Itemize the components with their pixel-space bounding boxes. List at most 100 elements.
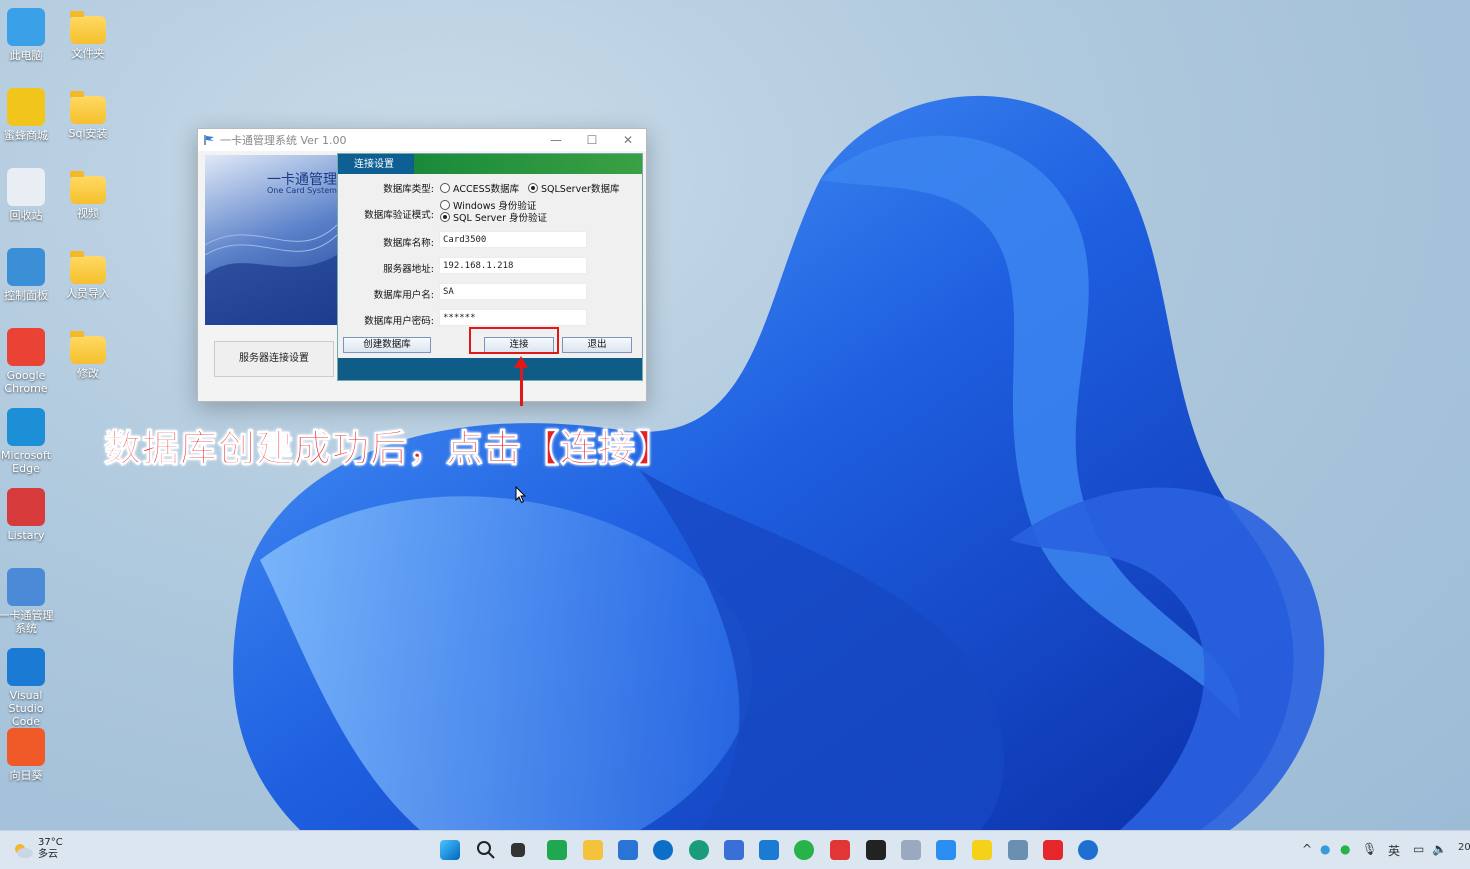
wallpaper-bloom	[233, 95, 1325, 830]
db-user-label: 数据库用户名:	[373, 290, 434, 301]
desktop-icon-person-import[interactable]: 人员导入	[56, 248, 120, 300]
person-app-icon[interactable]	[901, 840, 921, 860]
google-chrome-icon	[7, 328, 45, 366]
db-password-label: 数据库用户密码:	[364, 316, 434, 327]
desktop-icon-visual-studio-code[interactable]: Visual Studio Code	[0, 648, 58, 728]
sunflower-icon	[7, 728, 45, 766]
desktop-icon-label: 文件夹	[71, 47, 105, 60]
this-pc-icon	[7, 8, 45, 46]
radio-selected-icon	[440, 212, 450, 222]
taskbar: 37°C 多云 ^ ● ● 🎙 英 ▭ 🔈 20	[0, 830, 1470, 869]
desktop-icon-label: 回收站	[9, 209, 43, 222]
desktop-icon-sql-install[interactable]: Sql安装	[56, 88, 120, 140]
minimize-button[interactable]: —	[538, 133, 574, 147]
video-icon	[70, 171, 106, 204]
network-icon[interactable]: ▭	[1413, 842, 1424, 856]
weather-temp: 37°C	[38, 837, 63, 848]
radio-access[interactable]: ACCESS数据库	[440, 181, 519, 195]
recycle-bin-icon	[7, 168, 45, 206]
todo-icon[interactable]	[618, 840, 638, 860]
edge-icon[interactable]	[653, 840, 673, 860]
radio-sqlserver[interactable]: SQLServer数据库	[528, 181, 619, 195]
desktop-icon-label: 控制面板	[4, 289, 48, 302]
tab-connection-settings[interactable]: 连接设置	[338, 156, 413, 174]
db-user-field[interactable]: SA	[439, 283, 587, 300]
desktop-icon-label: Listary	[7, 529, 45, 542]
ime-indicator[interactable]: 英	[1388, 842, 1400, 859]
desktop-icon-control-panel[interactable]: 控制面板	[0, 248, 58, 302]
desktop-icon-google-chrome[interactable]: Google Chrome	[0, 328, 58, 395]
desktop-icon-this-pc[interactable]: 此电脑	[0, 8, 58, 62]
app-flag-icon	[204, 135, 214, 145]
maximize-button[interactable]: ☐	[574, 133, 610, 147]
microphone-icon[interactable]: 🎙	[1362, 842, 1377, 856]
close-button[interactable]: ✕	[610, 133, 646, 147]
one-card-app-icon[interactable]	[1008, 840, 1028, 860]
radio-sql-auth[interactable]: SQL Server 身份验证	[440, 210, 547, 224]
desktop-icon-label: 一卡通管理系统	[0, 609, 54, 635]
desktop-icon-bee-mall[interactable]: 蜜蜂商城	[0, 88, 58, 142]
recorder-icon[interactable]	[866, 840, 886, 860]
mouse-cursor-icon	[515, 486, 527, 504]
tablet-app-icon[interactable]	[936, 840, 956, 860]
task-view-icon[interactable]	[511, 843, 525, 857]
edge-dev-icon[interactable]	[689, 840, 709, 860]
auth-mode-label: 数据库验证模式:	[364, 210, 434, 221]
desktop-icon-one-card-system[interactable]: 一卡通管理系统	[0, 568, 58, 635]
banner-subtitle: One Card System	[267, 186, 337, 195]
visual-studio-code-icon[interactable]	[759, 840, 779, 860]
wps-icon[interactable]	[830, 840, 850, 860]
file-explorer-icon[interactable]	[583, 840, 603, 860]
annotation-caption: 数据库创建成功后，点击【连接】	[104, 427, 674, 471]
partly-cloudy-icon	[15, 844, 33, 858]
desktop-icon-sunflower[interactable]: 向日葵	[0, 728, 58, 782]
bee-mall-icon[interactable]	[972, 840, 992, 860]
radio-icon	[440, 200, 450, 210]
folder-icon	[70, 11, 106, 44]
exit-button[interactable]: 退出	[562, 337, 632, 353]
desktop-icon-folder[interactable]: 文件夹	[56, 8, 120, 60]
radio-icon	[440, 183, 450, 193]
volume-icon[interactable]: 🔈	[1432, 842, 1447, 856]
app-window[interactable]: 一卡通管理系统 Ver 1.00 — ☐ ✕ 一卡通管理 One Card Sy…	[197, 128, 647, 402]
weather-desc: 多云	[38, 849, 58, 860]
control-panel-icon	[7, 248, 45, 286]
desktop-icon-recycle-bin[interactable]: 回收站	[0, 168, 58, 222]
desktop-icon-label: Sql安装	[68, 127, 108, 140]
desktop-icon-label: 人员导入	[66, 287, 110, 300]
window-titlebar[interactable]: 一卡通管理系统 Ver 1.00 — ☐ ✕	[198, 129, 646, 151]
desktop-icon-label: 视频	[77, 207, 99, 220]
desktop-icon-label: 蜜蜂商城	[4, 129, 48, 142]
desktop-icon-listary[interactable]: Listary	[0, 488, 58, 542]
red-app-icon[interactable]	[1043, 840, 1063, 860]
microsoft-edge-icon	[7, 408, 45, 446]
db-name-field[interactable]: Card3500	[439, 231, 587, 248]
bee-mall-icon	[7, 88, 45, 126]
desktop-icon-label: Visual Studio Code	[8, 689, 44, 728]
wechat-icon[interactable]	[794, 840, 814, 860]
blue-app-icon[interactable]	[1078, 840, 1098, 860]
desktop-icon-microsoft-edge[interactable]: Microsoft Edge	[0, 408, 58, 475]
vs-code-green-icon[interactable]	[547, 840, 567, 860]
app-banner: 一卡通管理 One Card System	[205, 155, 337, 325]
db-password-field[interactable]: ******	[439, 309, 587, 326]
desktop-icon-modify[interactable]: 修改	[56, 328, 120, 380]
server-address-field[interactable]: 192.168.1.218	[439, 257, 587, 274]
desktop-icon-video[interactable]: 视频	[56, 168, 120, 220]
store-icon[interactable]	[724, 840, 744, 860]
panel-footer	[338, 358, 642, 380]
server-connection-settings-button[interactable]: 服务器连接设置	[214, 341, 334, 377]
search-icon[interactable]	[476, 840, 496, 860]
weather-widget[interactable]: 37°C 多云	[12, 837, 63, 861]
db-name-label: 数据库名称:	[383, 238, 434, 249]
tray-app-icon[interactable]: ●	[1320, 842, 1330, 856]
start-button[interactable]	[440, 840, 460, 860]
db-type-label: 数据库类型:	[383, 184, 434, 195]
connect-highlight-box	[469, 327, 559, 354]
show-hidden-icons-icon[interactable]: ^	[1302, 842, 1312, 856]
create-database-button[interactable]: 创建数据库	[343, 337, 431, 353]
panel-header: 连接设置	[338, 154, 642, 174]
desktop-icon-label: 此电脑	[9, 49, 43, 62]
clock[interactable]: 20	[1458, 842, 1470, 853]
tray-wechat-icon[interactable]: ●	[1340, 842, 1350, 856]
